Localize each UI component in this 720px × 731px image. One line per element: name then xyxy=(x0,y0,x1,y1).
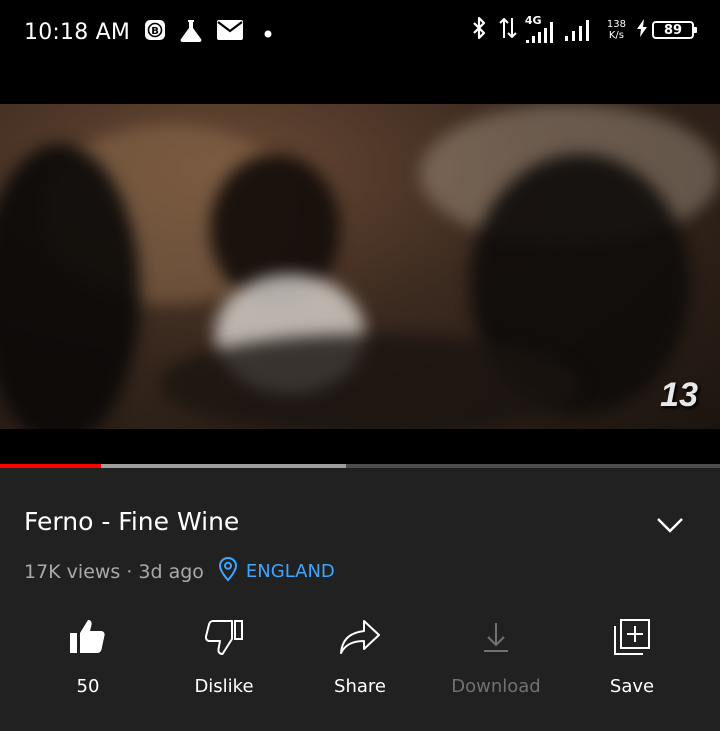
download-label: Download xyxy=(451,676,541,697)
battery-level: 89 xyxy=(663,22,683,38)
b-badge-icon: B xyxy=(144,19,166,45)
location-pin-icon xyxy=(218,556,238,587)
action-bar: 50 Dislike Share Download Save xyxy=(20,614,700,697)
data-transfer-icon xyxy=(499,16,517,44)
video-player[interactable]: 13 xyxy=(0,104,720,429)
flask-icon xyxy=(178,17,204,47)
save-label: Save xyxy=(609,676,655,697)
progress-bar[interactable] xyxy=(0,464,720,468)
save-playlist-icon xyxy=(612,614,652,660)
clock: 10:18 AM xyxy=(24,19,131,45)
share-label: Share xyxy=(334,676,386,697)
battery-icon: 89 xyxy=(652,21,697,39)
bluetooth-icon xyxy=(471,16,487,44)
video-title[interactable]: Ferno - Fine Wine xyxy=(24,507,239,536)
chevron-down-icon xyxy=(652,518,688,544)
speed-unit: K/s xyxy=(608,30,625,41)
upload-age: 3d ago xyxy=(138,560,204,583)
status-left: 10:18 AM B xyxy=(24,17,284,47)
progress-played xyxy=(0,464,101,468)
video-overlay-badge: 13 xyxy=(660,376,698,414)
dislike-label: Dislike xyxy=(194,676,254,697)
thumbs-up-icon xyxy=(68,614,108,660)
svg-text:B: B xyxy=(151,26,159,37)
speed-value: 138 xyxy=(606,19,626,30)
video-frame-shape xyxy=(160,334,580,429)
player-bottom-area xyxy=(0,429,720,465)
view-count: 17K views xyxy=(24,560,121,583)
dislike-button[interactable]: Dislike xyxy=(156,614,292,697)
expand-description-button[interactable] xyxy=(652,510,688,540)
status-bar: 10:18 AM B 4G 138 K/s 89 xyxy=(0,0,720,104)
dot-icon xyxy=(264,23,272,42)
meta-separator: · xyxy=(126,560,133,583)
signal-icon-2 xyxy=(563,14,599,46)
like-button[interactable]: 50 xyxy=(20,614,156,697)
thumbs-down-icon xyxy=(204,614,244,660)
charging-icon xyxy=(636,18,648,42)
like-count: 50 xyxy=(76,676,100,697)
share-button[interactable]: Share xyxy=(292,614,428,697)
mail-icon xyxy=(216,19,244,45)
location-link[interactable]: ENGLAND xyxy=(246,561,335,582)
download-icon xyxy=(482,614,510,660)
video-metadata: 17K views · 3d ago ENGLAND xyxy=(24,556,335,587)
status-right: 4G 138 K/s 89 xyxy=(471,14,697,46)
save-button[interactable]: Save xyxy=(564,614,700,697)
signal-icon: 4G xyxy=(523,14,563,44)
download-button[interactable]: Download xyxy=(428,614,564,697)
network-speed: 138 K/s xyxy=(607,19,626,41)
share-icon xyxy=(338,614,382,660)
